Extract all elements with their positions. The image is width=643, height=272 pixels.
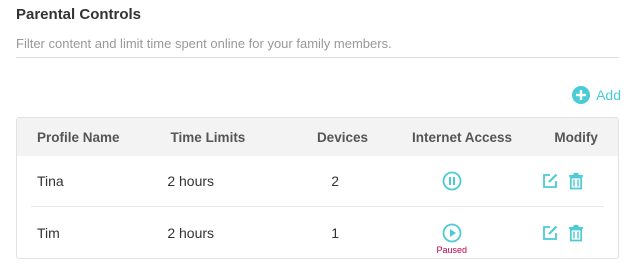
add-label: Add xyxy=(596,87,621,103)
edit-icon[interactable] xyxy=(541,172,559,190)
time-limit: 2 hours xyxy=(167,173,215,189)
page-title: Parental Controls xyxy=(16,6,142,23)
modify-cell xyxy=(522,224,604,242)
profiles-table: Profile Name Time Limits Devices Interne… xyxy=(16,117,619,259)
profile-name: Tina xyxy=(37,173,64,189)
column-header-modify: Modify xyxy=(554,129,598,145)
status-label-paused: Paused xyxy=(436,244,468,255)
pause-icon[interactable] xyxy=(442,171,462,191)
edit-icon[interactable] xyxy=(541,224,559,242)
trash-icon[interactable] xyxy=(567,172,585,190)
table-header: Profile Name Time Limits Devices Interne… xyxy=(17,118,618,156)
modify-cell xyxy=(522,172,604,190)
play-icon[interactable] xyxy=(442,223,462,243)
column-header-time-limits: Time Limits xyxy=(170,129,246,145)
add-profile-button[interactable]: Add xyxy=(572,86,621,104)
column-header-internet-access: Internet Access xyxy=(412,129,513,145)
internet-access-cell xyxy=(381,171,522,191)
device-count: 1 xyxy=(331,224,339,241)
parental-controls-page: Parental Controls Filter content and lim… xyxy=(0,0,643,272)
column-header-devices: Devices xyxy=(316,129,368,145)
page-subtitle: Filter content and limit time spent onli… xyxy=(16,36,392,51)
trash-icon[interactable] xyxy=(567,224,585,242)
internet-access-cell: Paused xyxy=(381,223,522,255)
plus-circle-icon xyxy=(572,86,591,104)
column-header-profile-name: Profile Name xyxy=(37,129,120,145)
table-row: Tina 2 hours 2 xyxy=(31,156,604,207)
header-divider xyxy=(16,57,619,58)
device-count: 2 xyxy=(331,173,339,189)
profile-name: Tim xyxy=(37,224,60,241)
table-row: Tim 2 hours 1 Paused xyxy=(31,207,604,258)
time-limit: 2 hours xyxy=(167,224,215,241)
